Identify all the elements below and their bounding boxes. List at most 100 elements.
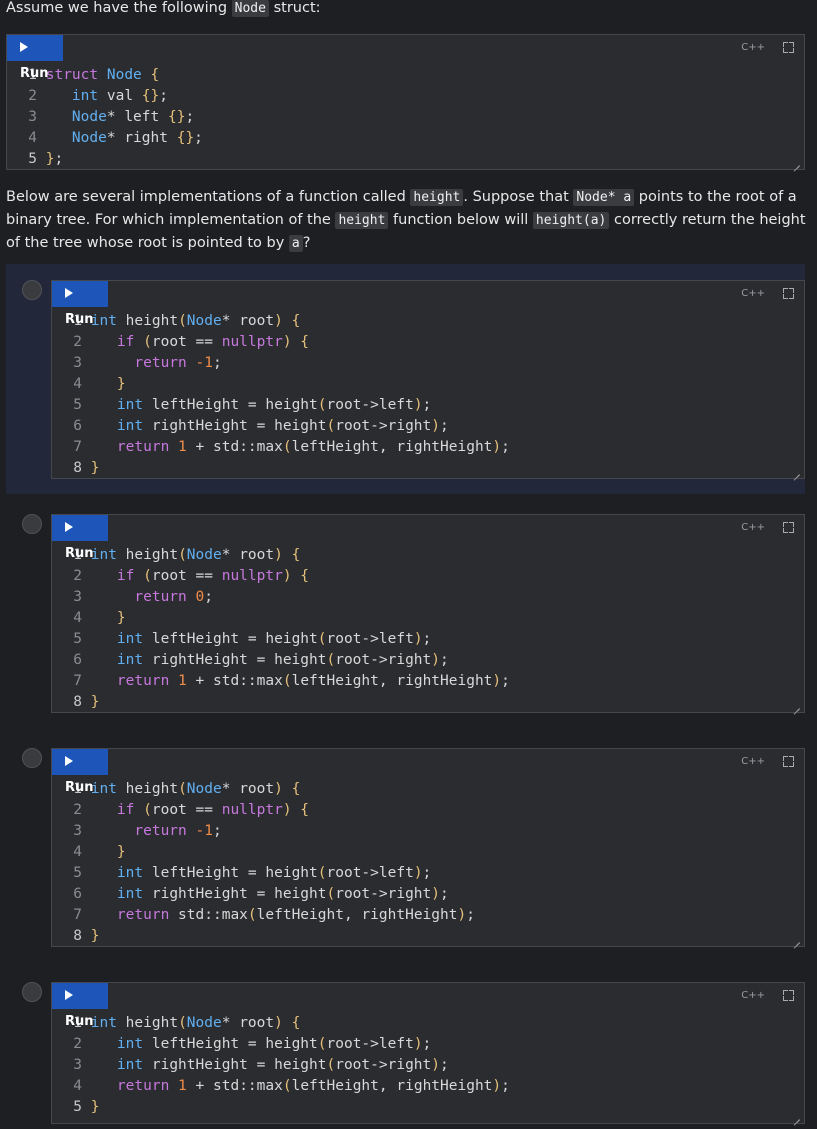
code-line: 3 int rightHeight = height(root->right); [62,1055,804,1076]
line-number: 3 [73,589,82,605]
code-text: int rightHeight = height(root->right); [116,886,449,902]
code-text: int leftHeight = height(root->left); [116,865,432,881]
code-text: } [90,460,100,476]
code-line: 8 } [62,692,804,713]
code-line: 7 return 1 + std::max(leftHeight, rightH… [62,671,804,692]
resize-handle-icon[interactable] [793,1113,800,1120]
line-number: 8 [73,694,82,710]
option-3-radio[interactable] [22,748,42,768]
code-text: Node* right {}; [71,130,203,146]
line-number: 7 [73,673,82,689]
play-icon [20,42,28,52]
question-part: Below are several implementations of a f… [6,189,411,205]
code-toolbar: Run C++ [52,515,804,561]
language-label: C++ [741,990,765,1001]
run-button[interactable]: Run [52,983,108,1029]
code-text: int height(Node* root) { [90,1015,301,1031]
code-text: int rightHeight = height(root->right); [116,418,449,434]
option-4-code-block: Run C++ 1 int height(Node* root) {2 int … [51,982,805,1124]
question-text: Below are several implementations of a f… [6,186,806,255]
language-label: C++ [741,42,765,53]
option-4-radio[interactable] [22,982,42,1002]
fullscreen-icon[interactable] [783,990,794,1001]
code-line: 7 return 1 + std::max(leftHeight, rightH… [62,437,804,458]
code-line: 2 int val {}; [17,86,804,107]
question-code: height [410,189,464,206]
code-text: return -1; [134,823,222,839]
code-text: int leftHeight = height(root->left); [116,397,432,413]
line-number: 6 [73,886,82,902]
fullscreen-icon[interactable] [783,756,794,767]
run-label: Run [65,780,94,795]
code-text: } [90,694,100,710]
language-label: C++ [741,756,765,767]
code-line: 4 return 1 + std::max(leftHeight, rightH… [62,1076,804,1097]
code-text: } [116,376,126,392]
code-text: } [116,610,126,626]
code-text: int leftHeight = height(root->left); [116,631,432,647]
code-line: 6 int rightHeight = height(root->right); [62,416,804,437]
code-line: 5 } [62,1097,804,1118]
resize-handle-icon[interactable] [793,159,800,166]
code-text: return 0; [134,589,213,605]
question-code: Node* a [573,189,635,206]
code-line: 3 return -1; [62,821,804,842]
question-code: height(a) [532,212,610,229]
line-number: 8 [73,460,82,476]
run-label: Run [20,66,49,81]
code-line: 2 int leftHeight = height(root->left); [62,1034,804,1055]
code-line: 1 int height(Node* root) { [62,545,804,566]
code-editor[interactable]: 1 struct Node {2 int val {};3 Node* left… [7,61,804,170]
run-button[interactable]: Run [7,35,63,81]
line-number: 7 [73,907,82,923]
question-part: function below will [388,212,533,228]
intro-before: Assume we have the following [6,0,232,16]
code-text: Node* left {}; [71,109,195,125]
fullscreen-icon[interactable] [783,288,794,299]
line-number: 3 [73,1057,82,1073]
option-2-radio[interactable] [22,514,42,534]
code-text: return 1 + std::max(leftHeight, rightHei… [116,439,510,455]
resize-handle-icon[interactable] [793,468,800,475]
line-number: 5 [73,631,82,647]
code-text: int leftHeight = height(root->left); [116,1036,432,1052]
line-number: 5 [28,151,37,167]
code-line: 5 int leftHeight = height(root->left); [62,629,804,650]
code-line: 7 return std::max(leftHeight, rightHeigh… [62,905,804,926]
code-line: 3 return -1; [62,353,804,374]
run-button[interactable]: Run [52,749,108,795]
code-text: return 1 + std::max(leftHeight, rightHei… [116,673,510,689]
line-number: 4 [73,844,82,860]
run-button[interactable]: Run [52,515,108,561]
resize-handle-icon[interactable] [793,936,800,943]
run-label: Run [65,546,94,561]
fullscreen-icon[interactable] [783,522,794,533]
run-button[interactable]: Run [52,281,108,327]
code-toolbar: Run C++ [52,983,804,1029]
code-toolbar: Run C++ [52,281,804,327]
code-editor[interactable]: 1 int height(Node* root) {2 if (root == … [52,307,804,479]
code-editor[interactable]: 1 int height(Node* root) {2 if (root == … [52,541,804,713]
resize-handle-icon[interactable] [793,702,800,709]
line-number: 2 [73,334,82,350]
play-icon [65,288,73,298]
code-line: 4 } [62,842,804,863]
struct-code-block: Run C++ 1 struct Node {2 int val {};3 No… [6,34,805,170]
play-icon [65,522,73,532]
line-number: 6 [73,652,82,668]
quiz-page: Assume we have the following Node struct… [0,0,817,1129]
language-label: C++ [741,522,765,533]
fullscreen-icon[interactable] [783,42,794,53]
option-1-radio[interactable] [22,280,42,300]
code-line: 8 } [62,926,804,947]
code-line: 6 int rightHeight = height(root->right); [62,884,804,905]
line-number: 4 [28,130,37,146]
code-text: if (root == nullptr) { [116,334,310,350]
line-number: 8 [73,928,82,944]
intro-text: Assume we have the following Node struct… [6,0,321,20]
question-part: ? [302,235,311,251]
code-editor[interactable]: 1 int height(Node* root) {2 if (root == … [52,775,804,947]
line-number: 2 [73,802,82,818]
code-text: if (root == nullptr) { [116,802,310,818]
code-editor[interactable]: 1 int height(Node* root) {2 int leftHeig… [52,1009,804,1118]
